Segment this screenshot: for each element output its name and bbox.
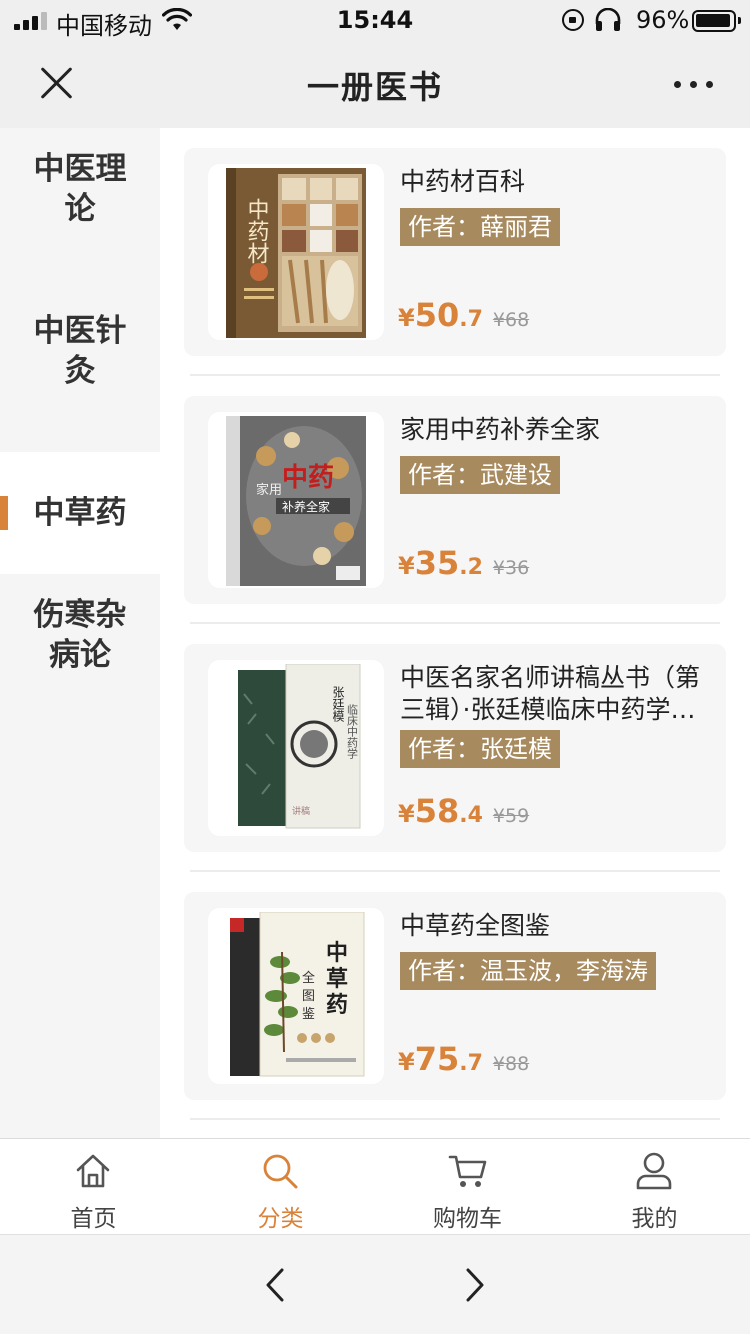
currency-symbol: ¥ [398, 1048, 415, 1076]
original-price: ¥68 [492, 309, 530, 331]
svg-text:临床中药学: 临床中药学 [346, 703, 359, 759]
currency-symbol: ¥ [398, 800, 415, 828]
rotation-lock-icon [562, 9, 584, 31]
price-integer: 35 [414, 544, 460, 582]
author-tag: 作者：温玉波，李海涛 [400, 952, 656, 990]
active-indicator [0, 496, 8, 530]
nav-header: 一册医书 [0, 40, 750, 128]
svg-text:家用: 家用 [256, 482, 282, 498]
sidebar-item-acupuncture[interactable]: 中医针灸 [0, 290, 160, 412]
book-title: 中医名家名师讲稿丛书（第三辑）·张廷模临床中药学讲稿 [400, 663, 701, 724]
more-options-button[interactable] [674, 78, 714, 90]
currency-symbol: ¥ [398, 304, 415, 332]
book-cover[interactable]: 中药材 [208, 164, 384, 340]
price: ¥58.4 ¥59 [398, 792, 529, 830]
back-arrow-icon[interactable] [260, 1267, 290, 1303]
sidebar-item-label: 中医理论 [33, 151, 127, 227]
svg-text:补养全家: 补养全家 [282, 499, 330, 514]
category-sidebar: 中医理论 中医针灸 中草药 伤寒杂病论 [0, 128, 160, 1138]
svg-text:中药: 中药 [282, 463, 334, 493]
author-tag: 作者：张廷模 [400, 730, 560, 768]
svg-text:图: 图 [302, 989, 315, 1004]
search-icon [263, 1154, 298, 1189]
book-cover[interactable]: 中药 家用 补养全家 [208, 412, 384, 588]
sidebar-item-label: 伤寒杂病论 [33, 597, 127, 673]
battery-icon [692, 10, 741, 32]
price-decimal: .7 [459, 307, 483, 332]
price-decimal: .4 [459, 803, 483, 828]
book-cover[interactable]: 中 草 药 全 图 鉴 [208, 908, 384, 1084]
book-cover-image: 张廷模 临床中药学 讲稿 [226, 664, 366, 834]
book-cover[interactable]: 张廷模 临床中药学 讲稿 [208, 660, 384, 836]
home-icon [76, 1154, 110, 1188]
book-cover-image: 中 草 药 全 图 鉴 [226, 912, 366, 1082]
status-bar: 中国移动 15:44 96% [0, 0, 750, 40]
tab-profile[interactable]: 我的 [561, 1139, 748, 1235]
cart-icon [448, 1155, 487, 1187]
author-tag: 作者：武建设 [400, 456, 560, 494]
forward-arrow-icon[interactable] [460, 1267, 490, 1303]
sidebar-item-label: 中草药 [33, 495, 127, 531]
svg-text:鉴: 鉴 [302, 1007, 315, 1022]
price: ¥50.7 ¥68 [398, 296, 529, 334]
page-title: 一册医书 [306, 68, 443, 106]
divider [190, 374, 720, 376]
book-title: 中草药全图鉴 [400, 911, 551, 940]
original-price: ¥88 [492, 1053, 530, 1075]
book-cover-image: 中药材 [226, 168, 366, 338]
product-card[interactable]: 中药 家用 补养全家 家用中药补养全家 作者：武建设 ¥35.2 ¥36 [184, 396, 726, 604]
browser-toolbar [0, 1234, 750, 1334]
headphone-icon [595, 8, 621, 31]
battery-percent: 96% [636, 6, 690, 34]
currency-symbol: ¥ [398, 552, 415, 580]
user-icon [636, 1152, 672, 1190]
svg-text:中: 中 [326, 940, 348, 966]
price: ¥75.7 ¥88 [398, 1040, 529, 1078]
tab-category[interactable]: 分类 [187, 1139, 374, 1235]
product-list: 中药材 中药材百科 作者：薛丽君 ¥50.7 ¥68 中药 家用 补养全家 家用… [160, 128, 750, 1138]
original-price: ¥59 [492, 805, 530, 827]
tab-label: 分类 [257, 1206, 304, 1232]
sidebar-item-herbs[interactable]: 中草药 [0, 452, 160, 574]
price-integer: 50 [414, 296, 460, 334]
product-card[interactable]: 中药材 中药材百科 作者：薛丽君 ¥50.7 ¥68 [184, 148, 726, 356]
svg-text:张廷模: 张廷模 [331, 686, 345, 722]
author-tag: 作者：薛丽君 [400, 208, 560, 246]
sidebar-item-shanghan[interactable]: 伤寒杂病论 [0, 574, 160, 696]
book-cover-image: 中药 家用 补养全家 [226, 416, 366, 586]
book-title: 家用中药补养全家 [400, 415, 601, 444]
tab-label: 首页 [70, 1206, 117, 1232]
price-integer: 58 [414, 792, 460, 830]
sidebar-item-theory[interactable]: 中医理论 [0, 128, 160, 250]
svg-text:中药材: 中药材 [244, 198, 270, 264]
tab-label: 我的 [631, 1206, 678, 1232]
price-decimal: .7 [459, 1051, 483, 1076]
tab-label: 购物车 [433, 1206, 502, 1232]
svg-text:草: 草 [326, 966, 348, 992]
tab-home[interactable]: 首页 [0, 1139, 187, 1235]
product-card[interactable]: 张廷模 临床中药学 讲稿 中医名家名师讲稿丛书（第三辑）·张廷模临床中药学讲稿 … [184, 644, 726, 852]
original-price: ¥36 [492, 557, 530, 579]
price: ¥35.2 ¥36 [398, 544, 529, 582]
price-integer: 75 [414, 1040, 460, 1078]
divider [190, 622, 720, 624]
tab-cart[interactable]: 购物车 [374, 1139, 561, 1235]
svg-text:全: 全 [302, 970, 315, 986]
product-card[interactable]: 中 草 药 全 图 鉴 中草药全图鉴 作者：温玉波，李海涛 ¥75.7 ¥88 [184, 892, 726, 1100]
divider [190, 870, 720, 872]
price-decimal: .2 [459, 555, 483, 580]
sidebar-item-label: 中医针灸 [33, 313, 127, 389]
book-title: 中药材百科 [400, 167, 526, 196]
svg-text:药: 药 [326, 992, 348, 1018]
divider [190, 1118, 720, 1120]
svg-text:讲稿: 讲稿 [292, 805, 310, 817]
tab-bar: 首页 分类 购物车 我的 [0, 1138, 750, 1234]
